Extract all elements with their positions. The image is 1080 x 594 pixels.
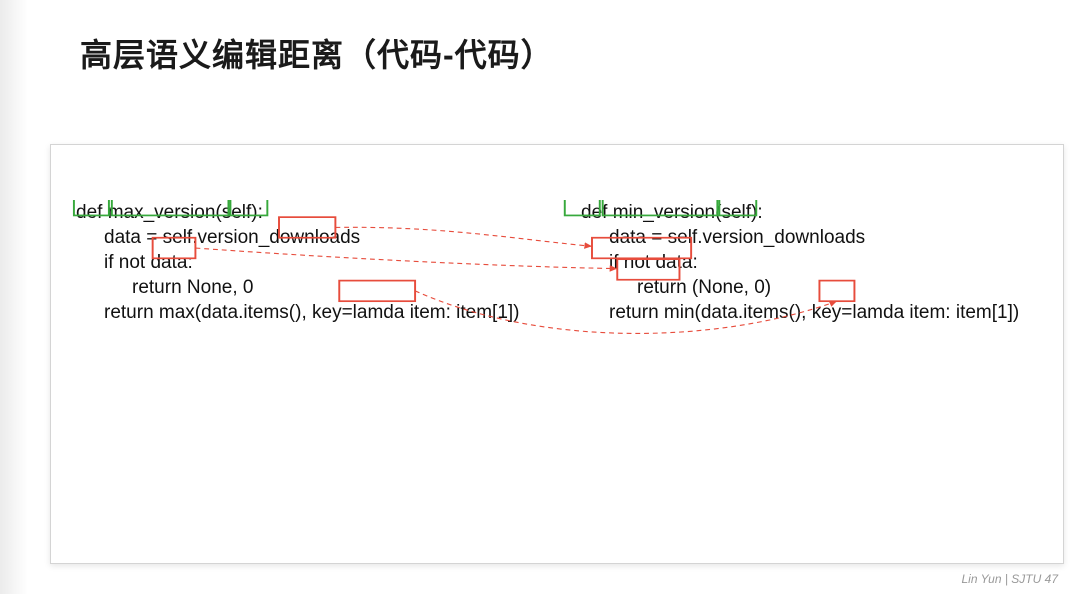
code-area: def max_version(self): data = self.versi…	[71, 200, 1043, 543]
code-line: data = self.version_downloads	[104, 225, 520, 250]
code-line: return (None, 0)	[637, 275, 1019, 300]
code-line: if not data:	[609, 250, 1019, 275]
code-line: def max_version(self):	[76, 200, 520, 225]
slide-title: 高层语义编辑距离（代码-代码）	[80, 30, 554, 76]
content-box: def max_version(self): data = self.versi…	[50, 144, 1064, 564]
code-line: data = self.version_downloads	[609, 225, 1019, 250]
code-right: def min_version(self): data = self.versi…	[581, 200, 1019, 325]
code-line: return None, 0	[132, 275, 520, 300]
footer-credit: Lin Yun | SJTU 47	[961, 572, 1058, 586]
code-line: if not data:	[104, 250, 520, 275]
code-left: def max_version(self): data = self.versi…	[76, 200, 520, 325]
code-line: return max(data.items(), key=lamda item:…	[104, 300, 520, 325]
slide-left-shadow	[0, 0, 28, 594]
code-line: return min(data.items(), key=lamda item:…	[609, 300, 1019, 325]
code-line: def min_version(self):	[581, 200, 1019, 225]
